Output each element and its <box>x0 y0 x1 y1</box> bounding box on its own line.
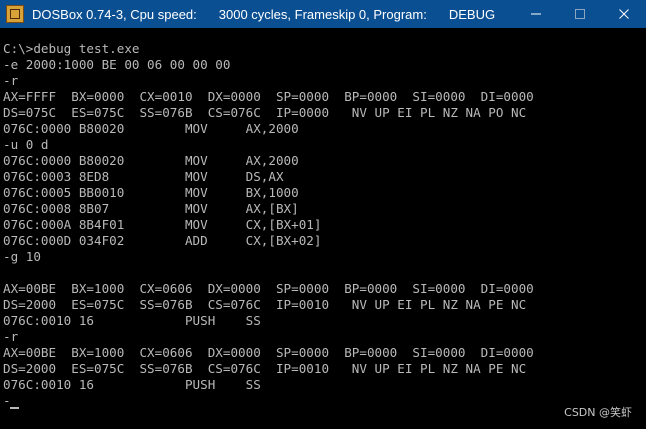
console-line: 076C:0000 B80020 MOV AX,2000 <box>3 153 299 168</box>
console-line: DS=2000 ES=075C SS=076B CS=076C IP=0010 … <box>3 297 527 312</box>
console-area[interactable]: C:\>debug test.exe -e 2000:1000 BE 00 06… <box>0 39 646 429</box>
console-line: 076C:0010 16 PUSH SS <box>3 377 261 392</box>
console-line: -g 10 <box>3 249 41 264</box>
console-line: -r <box>3 329 19 344</box>
title-app: DOSBox 0.74-3, Cpu speed: <box>32 6 197 22</box>
close-button[interactable] <box>602 0 646 28</box>
title-cycles: 3000 cycles, Frameskip 0, Program: <box>218 6 427 22</box>
maximize-icon <box>575 9 585 19</box>
text-cursor <box>10 407 19 409</box>
watermark: CSDN @笑虾 <box>564 406 632 419</box>
console-line: 076C:000A 8B4F01 MOV CX,[BX+01] <box>3 217 322 232</box>
console-line: -r <box>3 73 19 88</box>
console-line: AX=FFFF BX=0000 CX=0010 DX=0000 SP=0000 … <box>3 89 534 104</box>
window-title: DOSBox 0.74-3, Cpu speed: 3000 cycles, Fr… <box>32 7 495 22</box>
console-line: -e 2000:1000 BE 00 06 00 00 00 <box>3 57 231 72</box>
close-icon <box>619 9 629 19</box>
console-line: AX=00BE BX=1000 CX=0606 DX=0000 SP=0000 … <box>3 345 534 360</box>
minimize-button[interactable] <box>514 0 558 28</box>
console-line: DS=075C ES=075C SS=076B CS=076C IP=0000 … <box>3 105 527 120</box>
console-line: 076C:000D 034F02 ADD CX,[BX+02] <box>3 233 322 248</box>
window-controls <box>514 0 646 28</box>
console-line: 076C:0003 8ED8 MOV DS,AX <box>3 169 284 184</box>
console-line: 076C:0005 BB0010 MOV BX,1000 <box>3 185 299 200</box>
dosbox-icon <box>6 5 24 23</box>
console-line: 076C:0000 B80020 MOV AX,2000 <box>3 121 299 136</box>
console-line: DS=2000 ES=075C SS=076B CS=076C IP=0010 … <box>3 361 527 376</box>
console-line: C:\>debug test.exe <box>3 41 140 56</box>
console-line: AX=00BE BX=1000 CX=0606 DX=0000 SP=0000 … <box>3 281 534 296</box>
dosbox-window: DOSBox 0.74-3, Cpu speed: 3000 cycles, Fr… <box>0 0 646 429</box>
title-program: DEBUG <box>448 6 496 22</box>
console-line: 076C:0010 16 PUSH SS <box>3 313 261 328</box>
maximize-button[interactable] <box>558 0 602 28</box>
minimize-icon <box>531 13 541 15</box>
console-line: -u 0 d <box>3 137 49 152</box>
title-bar[interactable]: DOSBox 0.74-3, Cpu speed: 3000 cycles, Fr… <box>0 0 646 28</box>
console-line: 076C:0008 8B07 MOV AX,[BX] <box>3 201 299 216</box>
